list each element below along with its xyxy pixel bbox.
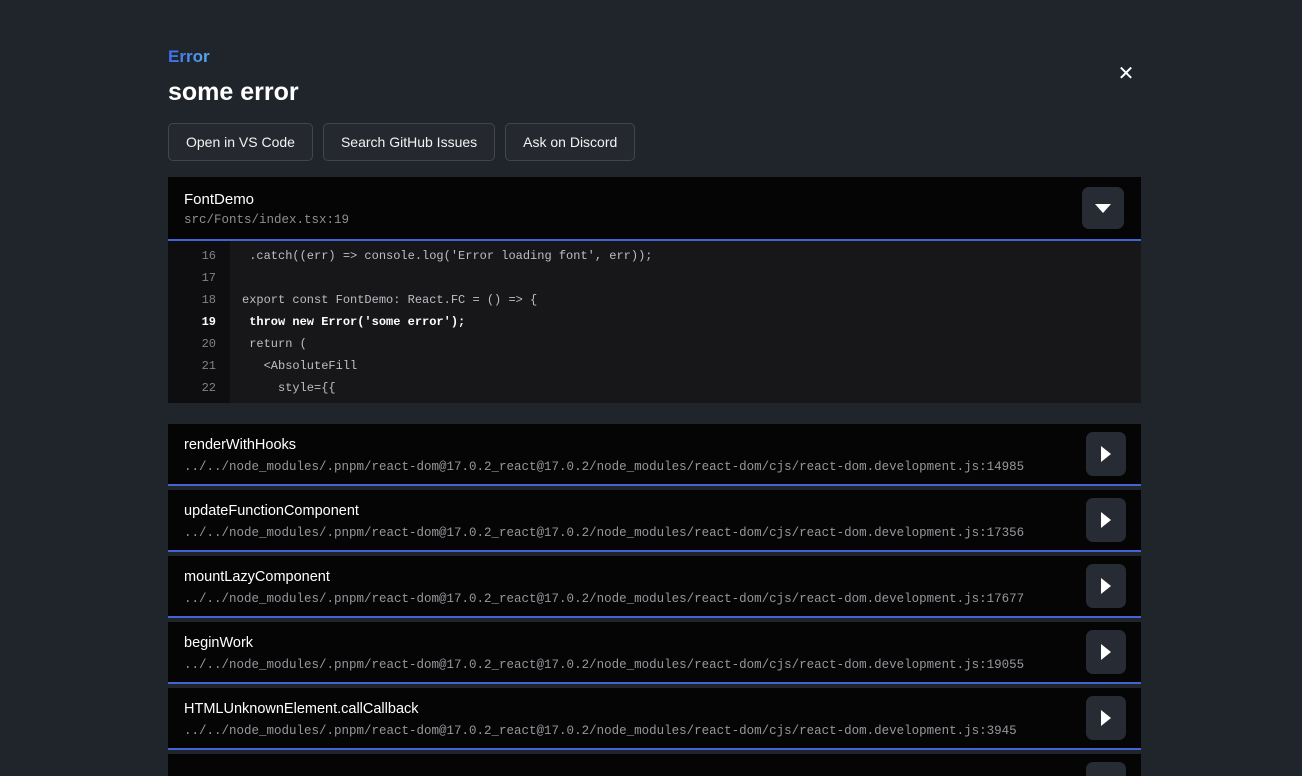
line-number: 18 (168, 289, 230, 311)
code-line-highlighted: 19 throw new Error('some error'); (168, 311, 1141, 333)
frame-file-path: ../../node_modules/.pnpm/react-dom@17.0.… (184, 724, 1125, 739)
caret-down-icon (1095, 204, 1111, 213)
line-number: 17 (168, 267, 230, 289)
line-code (230, 267, 1141, 289)
frame-function-name: updateFunctionComponent (184, 503, 1125, 520)
line-code: return ( (230, 333, 1141, 355)
expand-frame-button[interactable] (1086, 630, 1126, 674)
expand-frame-button[interactable] (1086, 498, 1126, 542)
caret-right-icon (1101, 644, 1111, 660)
frame-file-path: ../../node_modules/.pnpm/react-dom@17.0.… (184, 658, 1125, 673)
caret-right-icon (1101, 578, 1111, 594)
stack-frame-list: renderWithHooks ../../node_modules/.pnpm… (168, 424, 1141, 776)
collapse-code-button[interactable] (1082, 187, 1124, 229)
stack-frame-updatefunctioncomponent: updateFunctionComponent ../../node_modul… (168, 490, 1141, 552)
code-frame-header: FontDemo src/Fonts/index.tsx:19 (168, 177, 1141, 241)
line-number: 19 (168, 311, 230, 333)
search-github-issues-button[interactable]: Search GitHub Issues (323, 123, 495, 161)
expand-frame-button[interactable] (1086, 696, 1126, 740)
frame-function-name: mountLazyComponent (184, 569, 1125, 586)
ask-on-discord-button[interactable]: Ask on Discord (505, 123, 635, 161)
expand-frame-button[interactable] (1086, 762, 1126, 776)
code-line: 21 <AbsoluteFill (168, 355, 1141, 377)
expand-frame-button[interactable] (1086, 432, 1126, 476)
caret-right-icon (1101, 512, 1111, 528)
code-snippet: 16 .catch((err) => console.log('Error lo… (168, 241, 1141, 403)
overlay-content: Error some error Open in VS Code Search … (168, 0, 1141, 776)
frame-file-path: ../../node_modules/.pnpm/react-dom@17.0.… (184, 592, 1125, 607)
stack-frame-beginwork: beginWork ../../node_modules/.pnpm/react… (168, 622, 1141, 684)
error-type-label: Error (168, 47, 210, 67)
expand-frame-button[interactable] (1086, 564, 1126, 608)
error-message: some error (168, 78, 1141, 106)
stack-frame-mountlazycomponent: mountLazyComponent ../../node_modules/.p… (168, 556, 1141, 618)
source-code-frame: FontDemo src/Fonts/index.tsx:19 16 .catc… (168, 177, 1141, 403)
stack-frame-renderwithhooks: renderWithHooks ../../node_modules/.pnpm… (168, 424, 1141, 486)
code-line: 18 export const FontDemo: React.FC = () … (168, 289, 1141, 311)
code-line: 20 return ( (168, 333, 1141, 355)
line-code: .catch((err) => console.log('Error loadi… (230, 245, 1141, 267)
line-number: 21 (168, 355, 230, 377)
line-number: 22 (168, 377, 230, 399)
open-in-vscode-button[interactable]: Open in VS Code (168, 123, 313, 161)
code-line: 16 .catch((err) => console.log('Error lo… (168, 245, 1141, 267)
stack-frame-htmlunknownelement-callcallback: HTMLUnknownElement.callCallback ../../no… (168, 688, 1141, 750)
line-code: throw new Error('some error'); (230, 311, 1141, 333)
caret-right-icon (1101, 446, 1111, 462)
frame-file-path: ../../node_modules/.pnpm/react-dom@17.0.… (184, 460, 1125, 475)
caret-right-icon (1101, 710, 1111, 726)
frame-file-path: ../../node_modules/.pnpm/react-dom@17.0.… (184, 526, 1125, 541)
code-line: 17 (168, 267, 1141, 289)
frame-function-name: HTMLUnknownElement.callCallback (184, 701, 1125, 718)
line-number: 16 (168, 245, 230, 267)
code-line: 22 style={{ (168, 377, 1141, 399)
frame-function-name: beginWork (184, 635, 1125, 652)
line-number: 20 (168, 333, 230, 355)
frame-function-name: renderWithHooks (184, 437, 1125, 454)
code-frame-title: FontDemo (184, 191, 1125, 209)
code-frame-location: src/Fonts/index.tsx:19 (184, 213, 1125, 228)
error-overlay: ✕ Error some error Open in VS Code Searc… (0, 0, 1302, 776)
line-code: style={{ (230, 377, 1141, 399)
action-buttons-row: Open in VS Code Search GitHub Issues Ask… (168, 123, 1141, 161)
line-code: export const FontDemo: React.FC = () => … (230, 289, 1141, 311)
line-code: <AbsoluteFill (230, 355, 1141, 377)
stack-frame-partial (168, 754, 1141, 776)
